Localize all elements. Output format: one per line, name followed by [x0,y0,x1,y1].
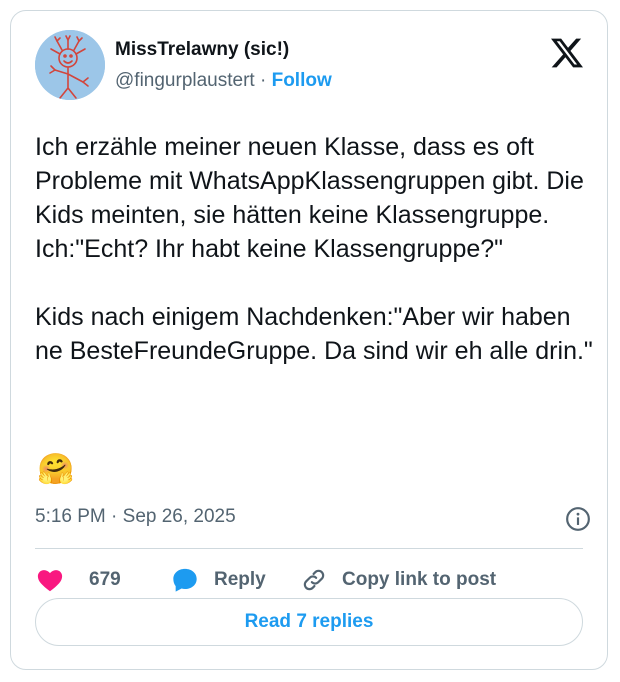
copy-link-button[interactable]: Copy link to post [301,564,496,596]
hand-drawn-smiley-avatar-icon [35,30,105,100]
speech-bubble-icon [173,568,197,592]
read-replies-button[interactable]: Read 7 replies [35,598,583,646]
tweet-card: MissTrelawny (sic!) @fingurplaustert · F… [10,10,608,670]
link-icon [303,569,325,591]
tweet-timestamp[interactable]: 5:16 PM · Sep 26, 2025 [35,506,236,528]
x-logo-icon[interactable] [551,37,583,69]
copy-link-label: Copy link to post [342,569,497,590]
heart-icon [37,570,63,592]
author-handle-row: @fingurplaustert · Follow [115,70,332,92]
hugging-face-emoji: 🤗 [37,453,75,486]
author-handle[interactable]: @fingurplaustert [115,70,255,91]
tweet-text: Ich erzähle meiner neuen Klasse, dass es… [35,133,593,365]
follow-button[interactable]: Follow [272,70,332,91]
info-circle-icon[interactable] [565,506,591,532]
reply-button[interactable]: Reply [170,564,266,596]
like-count: 679 [89,569,121,590]
like-button[interactable]: 679 [35,564,121,596]
reply-label: Reply [214,569,266,590]
handle-separator: · [259,70,267,91]
author-avatar[interactable] [35,30,105,100]
divider [35,548,583,549]
author-name[interactable]: MissTrelawny (sic!) [115,39,289,61]
action-bar: 679 Reply Copy link to post [35,564,583,596]
